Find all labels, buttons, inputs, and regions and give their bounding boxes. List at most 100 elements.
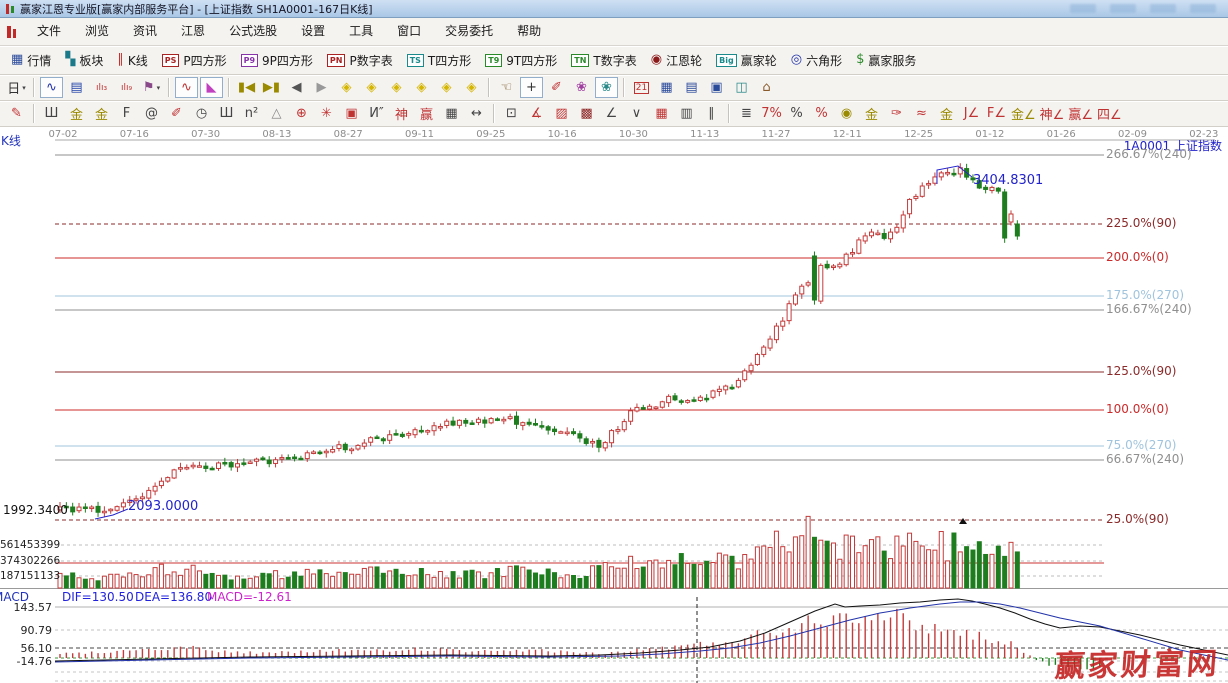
menu-窗口[interactable]: 窗口 [385,18,433,45]
fan-box2-icon[interactable]: ▩ [575,103,598,124]
diamond-right-icon[interactable]: ◈ [360,77,383,98]
computer-icon-glyph: ⌂ [762,80,770,95]
comb-ruler-icon[interactable]: Ш [40,103,63,124]
chart-area[interactable]: 07-0207-1607-3008-1308-2709-1109-2510-16… [0,127,1228,683]
grid-123-icon-glyph: ▦ [445,106,457,121]
trend-lines-icon[interactable]: ∠ [600,103,623,124]
crosshair-icon[interactable]: + [520,77,543,98]
calculator-icon[interactable]: ▦ [655,77,678,98]
mini-bars-9-icon[interactable]: ılı₉ [115,77,138,98]
market-quotes-button[interactable]: ▦行情 [4,52,58,69]
parallel-lines-icon[interactable]: ∥ [700,103,723,124]
ink-brush-icon[interactable]: ✑ [885,103,908,124]
percent-slash-icon[interactable]: 7% [760,103,783,124]
clock-circle-icon[interactable]: ◷ [190,103,213,124]
p9-square-button[interactable]: P99P四方形 [234,52,320,69]
color-chart-icon[interactable]: ◣ [200,77,223,98]
computer-icon[interactable]: ⌂ [755,77,778,98]
tick-ruler-icon[interactable]: Ш [215,103,238,124]
gold-lines-icon[interactable]: 金 [860,103,883,124]
grid-red-icon[interactable]: ▦ [650,103,673,124]
elliott-icon[interactable]: И″ [365,103,388,124]
save-disk-icon[interactable]: ▣ [705,77,728,98]
menu-公式选股[interactable]: 公式选股 [217,18,289,45]
stats-list-icon[interactable]: ≣ [735,103,758,124]
info-panel-icon[interactable]: ▤ [65,77,88,98]
menu-设置[interactable]: 设置 [289,18,337,45]
diamond-left-icon[interactable]: ◈ [335,77,358,98]
spiral-icon[interactable]: @ [140,103,163,124]
diamond-right-icon-glyph: ◈ [367,80,377,95]
step-back-icon[interactable]: ◀ [285,77,308,98]
diamond-up-icon[interactable]: ◈ [435,77,458,98]
flag-icon[interactable]: ⚑▾ [140,77,163,98]
gold-ruler2-icon[interactable]: 金 [90,103,113,124]
menu-文件[interactable]: 文件 [25,18,73,45]
period-day-icon[interactable]: 日▾ [5,77,28,98]
box-select-icon[interactable]: ⊡ [500,103,523,124]
p-number-table-button[interactable]: PNP数字表 [320,52,400,69]
percent-line-icon[interactable]: % [810,103,833,124]
hexagon-button[interactable]: ◎六角形 [784,52,849,69]
angle-flag-icon[interactable]: △ [265,103,288,124]
zigzag-red-icon[interactable]: ∿ [175,77,198,98]
pin-icon[interactable]: ✐ [545,77,568,98]
flower-teal-icon[interactable]: ❀ [595,77,618,98]
gold-eq-icon[interactable]: 金 [935,103,958,124]
menu-浏览[interactable]: 浏览 [73,18,121,45]
f-angle-icon[interactable]: F∠ [985,103,1008,124]
crosshair-red-icon[interactable]: ⊕ [290,103,313,124]
four-angle-icon[interactable]: 四∠ [1096,103,1123,124]
star-grid-icon[interactable]: ✳ [315,103,338,124]
sector-blocks-button[interactable]: ▚板块 [58,52,110,69]
diamond-all-icon[interactable]: ◈ [460,77,483,98]
j-angle-icon[interactable]: J∠ [960,103,983,124]
diamond-expand-icon[interactable]: ◈ [385,77,408,98]
last-page-icon[interactable]: ▶▮ [260,77,283,98]
menu-江恩[interactable]: 江恩 [169,18,217,45]
zigzag-blue-icon[interactable]: ∿ [40,77,63,98]
winner-wheel-button[interactable]: Big赢家轮 [709,52,784,69]
winner-service-button[interactable]: $赢家服务 [849,52,923,69]
shen-grid-icon[interactable]: 神 [390,103,413,124]
hand-drag-icon[interactable]: ☜ [495,77,518,98]
p-square-button[interactable]: PSP四方形 [155,52,234,69]
box-grid-icon[interactable]: ▣ [340,103,363,124]
step-forward-icon[interactable]: ▶ [310,77,333,98]
wave-lines-icon[interactable]: ≈ [910,103,933,124]
percent-icon[interactable]: % [785,103,808,124]
n2-icon[interactable]: n² [240,103,263,124]
net-share-icon[interactable]: ◫ [730,77,753,98]
gann-wheel-button[interactable]: ◉江恩轮 [644,52,709,69]
first-page-icon[interactable]: ▮◀ [235,77,258,98]
gold-circle-icon[interactable]: ◉ [835,103,858,124]
width-arrow-icon[interactable]: ↔ [465,103,488,124]
notes-icon[interactable]: ▤ [680,77,703,98]
fan-box-icon[interactable]: ▨ [550,103,573,124]
titlebar-decorations [1070,4,1224,13]
t9-square-button[interactable]: T99T四方形 [478,52,564,69]
menu-工具[interactable]: 工具 [337,18,385,45]
menu-交易委托[interactable]: 交易委托 [433,18,505,45]
shen-angle-icon[interactable]: 神∠ [1039,103,1066,124]
flower-purple-icon[interactable]: ❀ [570,77,593,98]
menu-资讯[interactable]: 资讯 [121,18,169,45]
ying-grid-icon[interactable]: 赢 [415,103,438,124]
pen-tool-icon[interactable]: ✎ [5,103,28,124]
t-square-button[interactable]: TST四方形 [400,52,479,69]
brush-tool-icon[interactable]: ✐ [165,103,188,124]
zigzag-tool-icon[interactable]: ∨ [625,103,648,124]
fan-lines-icon[interactable]: ∡ [525,103,548,124]
t-number-table-button[interactable]: TNT数字表 [564,52,644,69]
diamond-compress-icon[interactable]: ◈ [410,77,433,98]
calendar-21-icon[interactable]: 21 [630,77,653,98]
gold-angle-icon[interactable]: 金∠ [1010,103,1037,124]
ying-angle-icon[interactable]: 赢∠ [1067,103,1094,124]
kline-button[interactable]: ∥K线 [110,52,154,69]
f-ruler-icon[interactable]: F [115,103,138,124]
grid-dark-icon[interactable]: ▥ [675,103,698,124]
mini-bars-3-icon[interactable]: ılı₃ [90,77,113,98]
menu-帮助[interactable]: 帮助 [505,18,553,45]
gold-ruler-icon[interactable]: 金 [65,103,88,124]
grid-123-icon[interactable]: ▦ [440,103,463,124]
